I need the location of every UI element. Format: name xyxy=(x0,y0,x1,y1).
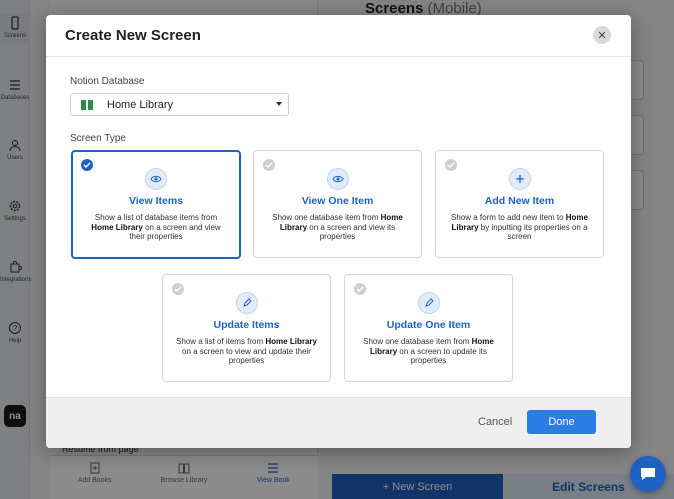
chat-button[interactable] xyxy=(630,456,666,492)
unselected-check-icon xyxy=(263,159,275,171)
done-button[interactable]: Done xyxy=(527,410,596,434)
screen-type-label: Screen Type xyxy=(70,133,126,144)
plus-icon xyxy=(508,168,531,190)
modal-header: Create New Screen ✕ xyxy=(46,15,631,57)
cancel-button[interactable]: Cancel xyxy=(478,416,512,428)
selected-database: Home Library xyxy=(107,98,174,111)
pencil-icon xyxy=(235,292,258,314)
notion-database-select[interactable]: Home Library xyxy=(70,93,289,116)
card-title: Add New Item xyxy=(484,195,555,207)
card-description: Show one database item from Home Library… xyxy=(363,337,494,365)
screen-type-card-add-new-item[interactable]: Add New Item Show a form to add new item… xyxy=(435,150,604,258)
screen-type-card-view-one-item[interactable]: View One Item Show one database item fro… xyxy=(253,150,422,258)
close-button[interactable]: ✕ xyxy=(593,26,611,44)
chat-icon xyxy=(641,468,655,480)
eye-icon xyxy=(326,168,349,190)
modal-title: Create New Screen xyxy=(65,27,201,44)
notion-database-label: Notion Database xyxy=(70,76,145,87)
pencil-icon xyxy=(417,292,440,314)
modal-footer: Cancel Done xyxy=(46,397,631,448)
screen-type-card-update-items[interactable]: Update Items Show a list of items from H… xyxy=(162,274,331,382)
eye-icon xyxy=(145,168,167,190)
unselected-check-icon xyxy=(354,283,366,295)
card-title: View Items xyxy=(128,195,184,207)
card-title: Update One Item xyxy=(386,319,471,331)
unselected-check-icon xyxy=(445,159,457,171)
chevron-down-icon xyxy=(276,102,282,106)
card-title: Update Items xyxy=(213,319,280,331)
card-description: Show a list of database items from Home … xyxy=(91,213,221,241)
selected-check-icon xyxy=(81,159,93,171)
book-icon xyxy=(81,99,93,110)
card-description: Show a list of items from Home Library o… xyxy=(176,337,317,365)
screen-type-card-update-one-item[interactable]: Update One Item Show one database item f… xyxy=(344,274,513,382)
unselected-check-icon xyxy=(172,283,184,295)
screen-type-card-view-items[interactable]: View Items Show a list of database items… xyxy=(71,150,241,259)
card-description: Show one database item from Home Library… xyxy=(272,213,403,241)
close-icon: ✕ xyxy=(597,29,607,42)
create-screen-modal: Create New Screen ✕ Notion Database Home… xyxy=(46,15,631,448)
card-title: View One Item xyxy=(301,195,374,207)
card-description: Show a form to add new item to Home Libr… xyxy=(451,213,588,241)
